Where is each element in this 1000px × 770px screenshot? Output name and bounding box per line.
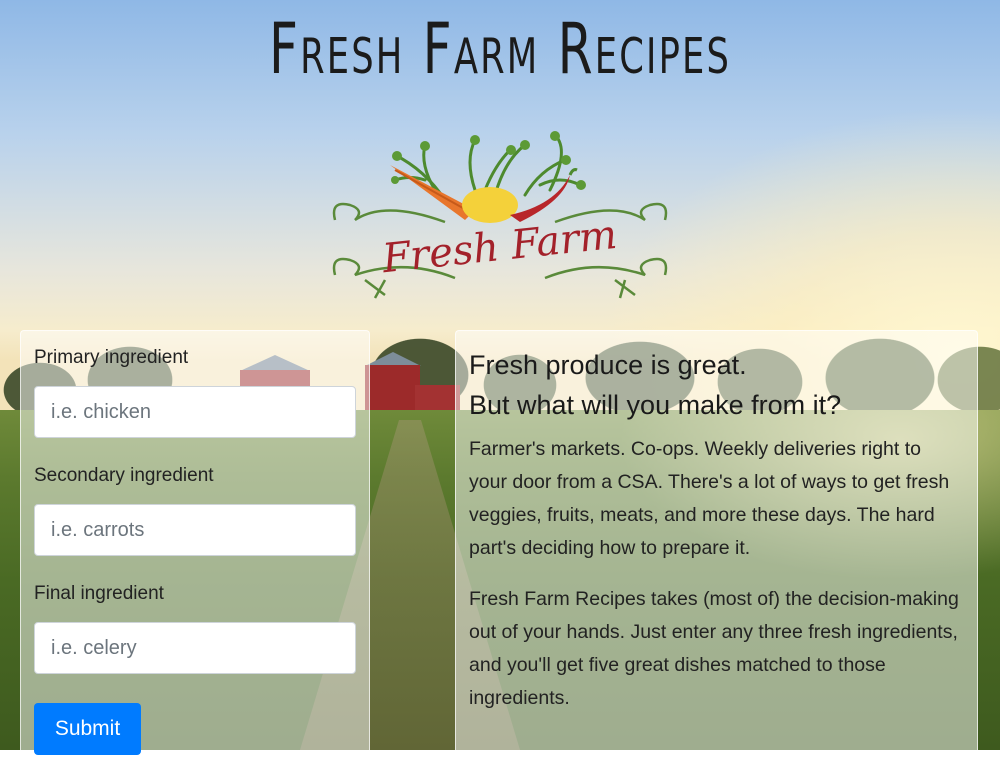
secondary-ingredient-input[interactable] xyxy=(34,504,356,556)
ingredient-form: Primary ingredient Secondary ingredient … xyxy=(20,330,370,770)
info-heading: Fresh produce is great. But what will yo… xyxy=(469,345,964,425)
logo-text: Fresh Farm xyxy=(379,212,619,282)
info-heading-line2: But what will you make from it? xyxy=(469,390,842,420)
info-panel: Fresh produce is great. But what will yo… xyxy=(455,330,978,770)
submit-button[interactable]: Submit xyxy=(34,703,141,755)
final-ingredient-input[interactable] xyxy=(34,622,356,674)
primary-ingredient-label: Primary ingredient xyxy=(34,347,189,368)
final-ingredient-label: Final ingredient xyxy=(34,583,164,604)
primary-ingredient-input[interactable] xyxy=(34,386,356,438)
info-heading-line1: Fresh produce is great. xyxy=(469,350,747,380)
secondary-ingredient-label: Secondary ingredient xyxy=(34,465,214,486)
info-paragraph-2: Fresh Farm Recipes takes (most of) the d… xyxy=(469,588,959,709)
info-paragraph-1: Farmer's markets. Co-ops. Weekly deliver… xyxy=(469,438,950,559)
page-title: Fresh Farm Recipes xyxy=(268,8,732,90)
fresh-farm-logo: Fresh Farm xyxy=(325,130,675,300)
